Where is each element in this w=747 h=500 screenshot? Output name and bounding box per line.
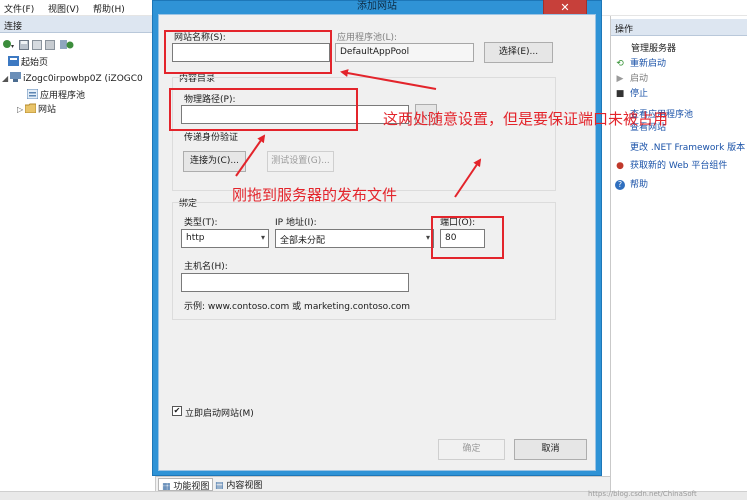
action-start-label: 启动: [630, 74, 649, 84]
expand-chevron-icon[interactable]: ▷: [17, 105, 25, 114]
save-icon[interactable]: [19, 40, 30, 51]
actions-header: 操作: [611, 19, 747, 36]
action-stop[interactable]: ■ 停止: [615, 86, 648, 99]
action-help[interactable]: ? 帮助: [615, 177, 648, 190]
action-start[interactable]: ▶ 启动: [615, 71, 648, 84]
app-pool-icon: [26, 88, 39, 100]
annotation-note-ports: 这两处随意设置，但是要保证端口未被占用: [383, 110, 669, 128]
passthrough-auth-label: 传递身份验证: [184, 133, 239, 143]
highlight-port: [431, 216, 504, 259]
tree-item-server[interactable]: ◢ iZogc0irpowbp0Z (iZOGC0: [2, 72, 143, 85]
help-icon: ?: [615, 180, 625, 190]
tree-label-app-pools: 应用程序池: [40, 91, 86, 101]
chevron-down-icon: ▾: [425, 233, 430, 242]
connect-icon[interactable]: [2, 39, 14, 50]
web-platform-icon: ●: [616, 161, 624, 171]
close-button[interactable]: ✕: [543, 0, 587, 15]
tree-label-sites: 网站: [38, 105, 57, 115]
action-web-platform[interactable]: ● 获取新的 Web 平台组件: [615, 158, 727, 171]
tab-content-view-label: 内容视图: [226, 481, 263, 491]
select-app-pool-button[interactable]: 选择(E)...: [484, 42, 553, 63]
stop-icon: ■: [615, 89, 625, 99]
hostname-input[interactable]: [181, 273, 409, 292]
action-help-label: 帮助: [630, 180, 649, 190]
content-view-icon: ▤: [215, 481, 224, 491]
action-web-platform-label: 获取新的 Web 平台组件: [630, 161, 728, 171]
chevron-down-icon: ▾: [260, 233, 265, 242]
start-immediately-checkbox[interactable]: ✔: [172, 406, 182, 416]
tree-item-app-pools[interactable]: 应用程序池: [26, 88, 86, 101]
ok-button[interactable]: 确定: [438, 439, 505, 460]
highlight-site-name: [164, 30, 332, 74]
watermark: https://blog.csdn.net/ChinaSoft: [588, 490, 697, 498]
connections-header: 连接: [0, 16, 155, 33]
action-restart-label: 重新启动: [630, 59, 667, 69]
restart-icon: ⟲: [616, 59, 624, 69]
ip-address-value: 全部未分配: [280, 236, 326, 246]
delete-icon[interactable]: [45, 40, 56, 51]
start-page-icon: [8, 56, 19, 66]
manage-server-heading: 管理服务器: [631, 44, 677, 54]
refresh-server-icon[interactable]: [60, 39, 74, 50]
cancel-button[interactable]: 取消: [514, 439, 587, 460]
collapse-chevron-icon[interactable]: ◢: [2, 74, 10, 83]
up-icon[interactable]: [32, 40, 43, 51]
checkmark-icon: ✔: [173, 406, 181, 415]
app-pool-label: 应用程序池(L):: [337, 33, 398, 43]
menu-help[interactable]: 帮助(H): [93, 2, 125, 15]
tree-label-server: iZogc0irpowbp0Z (iZOGC0: [23, 74, 143, 84]
tree-item-start-page[interactable]: 起始页: [8, 55, 48, 68]
tree-label-start-page: 起始页: [21, 58, 49, 68]
view-switcher-bar: ▦ 功能视图 ▤ 内容视图: [156, 476, 610, 492]
actions-pane: 操作 管理服务器 ⟲ 重新启动 ▶ 启动 ■ 停止 查看应用程序池 查看网站 更改 .…: [610, 16, 747, 491]
type-select[interactable]: http ▾: [181, 229, 269, 248]
action-stop-label: 停止: [630, 89, 649, 99]
annotation-note-publish-files: 刚拖到服务器的发布文件: [232, 186, 398, 204]
connections-pane: 连接 起始页 ◢ iZogc0irpowbp0Z (iZOGC0 应用程序池 ▷ 网…: [0, 16, 156, 491]
app-pool-field: DefaultAppPool: [335, 43, 474, 62]
connect-as-button[interactable]: 连接为(C)...: [183, 151, 246, 172]
tab-features-view[interactable]: ▦ 功能视图: [158, 478, 214, 492]
action-change-net[interactable]: 更改 .NET Framework 版本: [630, 140, 745, 153]
tree-item-sites[interactable]: ▷ 网站: [17, 102, 56, 115]
ip-address-label: IP 地址(I):: [275, 218, 317, 228]
start-immediately-label: 立即启动网站(M): [185, 409, 254, 419]
action-change-net-label: 更改 .NET Framework 版本: [630, 143, 746, 153]
action-restart[interactable]: ⟲ 重新启动: [615, 56, 666, 69]
hostname-example-text: 示例: www.contoso.com 或 marketing.contoso.…: [184, 302, 411, 312]
type-label: 类型(T):: [184, 218, 218, 228]
menu-view[interactable]: 视图(V): [48, 2, 79, 15]
dialog-title: 添加网站: [357, 1, 397, 12]
menu-file[interactable]: 文件(F): [4, 2, 34, 15]
type-value: http: [186, 233, 205, 243]
server-icon: [10, 72, 21, 82]
ip-address-select[interactable]: 全部未分配 ▾: [275, 229, 434, 248]
test-settings-button[interactable]: 测试设置(G)...: [267, 151, 334, 172]
dialog-body: 网站名称(S): 应用程序池(L): DefaultAppPool 选择(E).…: [158, 14, 596, 471]
sites-folder-icon: [24, 103, 37, 114]
highlight-physical-path: [169, 88, 358, 131]
hostname-label: 主机名(H):: [184, 262, 228, 272]
start-icon: ▶: [616, 74, 624, 84]
tab-content-view[interactable]: ▤ 内容视图: [212, 478, 265, 491]
